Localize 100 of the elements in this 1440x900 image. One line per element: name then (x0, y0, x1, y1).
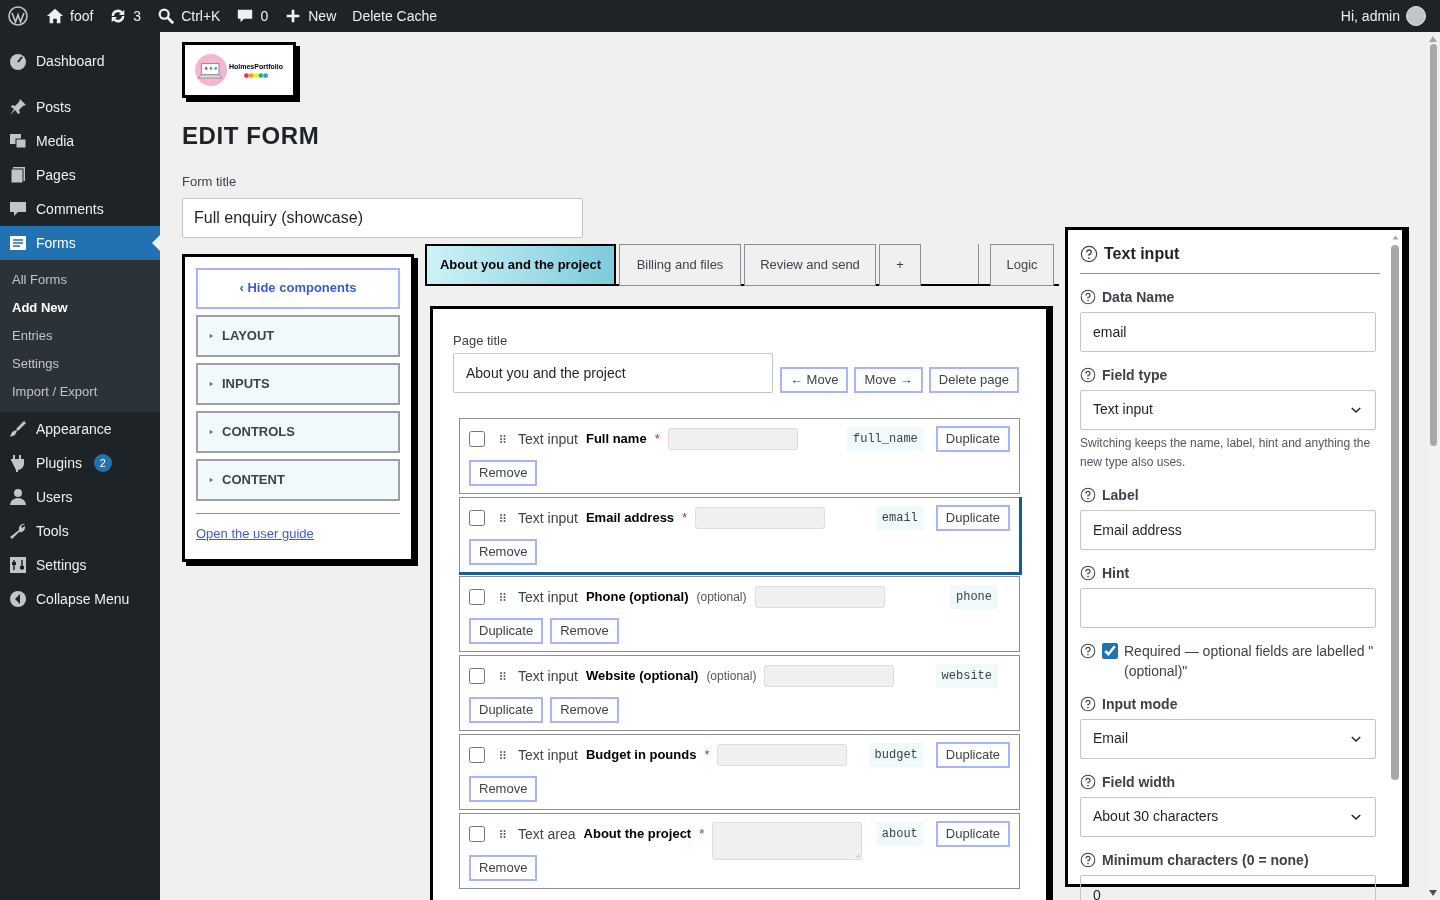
setting-field[interactable]: Email address (1080, 509, 1376, 550)
admin-bar-link[interactable]: foof (70, 5, 94, 27)
field-button[interactable]: Remove (469, 460, 538, 486)
setting-field[interactable] (1080, 587, 1376, 628)
setting-label: Label (1102, 485, 1139, 505)
logic-tab[interactable]: Logic (990, 243, 1054, 286)
field-checkbox[interactable] (469, 589, 485, 605)
caret-icon (208, 332, 214, 339)
field-card[interactable]: Text input Phone (optional) (optional) phone Duplicate Remove (459, 576, 1020, 652)
avatar[interactable] (1406, 6, 1426, 26)
field-button[interactable]: Remove (550, 697, 619, 723)
pointer-icon (152, 235, 160, 251)
field-button[interactable]: Duplicate (935, 821, 1010, 847)
drag-handle-icon (498, 750, 508, 760)
home-icon (46, 7, 64, 25)
sidebar-item[interactable]: Forms (0, 226, 160, 260)
field-label: Budget in pounds (585, 746, 697, 765)
field-card[interactable]: Text input Full name * full_name Duplicate Remove (459, 418, 1020, 494)
field-button[interactable]: Duplicate (935, 505, 1010, 531)
field-checkbox[interactable] (469, 747, 485, 763)
field-card[interactable]: Text input Website (optional) (optional) website Duplicate Remove (459, 655, 1020, 731)
accordion-section[interactable]: CONTENT (196, 458, 400, 501)
sidebar-item[interactable]: Dashboard (0, 44, 160, 78)
page-tab[interactable]: + (879, 243, 921, 286)
greeting-link[interactable]: Hi, admin (1340, 5, 1400, 27)
required-mark: * (682, 509, 688, 528)
sidebar-item[interactable]: Plugins 2 (0, 446, 160, 480)
select-field[interactable]: Email (1080, 718, 1376, 759)
field-checkbox[interactable] (469, 668, 485, 684)
submenu-item[interactable]: Entries (0, 322, 160, 350)
collapse-menu-button[interactable]: Collapse Menu (0, 582, 160, 616)
form-title-field[interactable]: Full enquiry (showcase) (182, 197, 583, 238)
field-button[interactable]: Remove (469, 539, 538, 565)
help-icon (1080, 852, 1096, 868)
field-type: Text input (518, 666, 578, 686)
submenu-item[interactable]: Add New (0, 294, 160, 322)
field-label: About the project (583, 825, 692, 844)
drag-handle-icon (498, 671, 508, 681)
sidebar-item[interactable]: Pages (0, 158, 160, 192)
help-icon (1080, 696, 1096, 712)
field-button[interactable]: Remove (550, 618, 619, 644)
field-button[interactable]: Duplicate (935, 426, 1010, 452)
sidebar-item[interactable]: Posts (0, 90, 160, 124)
sidebar-item[interactable]: Users (0, 480, 160, 514)
select-field[interactable]: About 30 characters (1080, 796, 1376, 837)
page-tab[interactable]: About you and the project (425, 243, 616, 286)
accordion-section[interactable]: INPUTS (196, 362, 400, 405)
checkbox-label: Required — optional fields are labelled "(optional)" (1124, 641, 1375, 681)
search-icon (157, 7, 176, 25)
field-label: Website (optional) (585, 667, 699, 686)
scrollbar-thumb[interactable] (1429, 44, 1437, 446)
data-name-badge: budget (868, 743, 924, 767)
panel-title: Text input (1104, 243, 1180, 264)
sidebar-item[interactable]: Settings (0, 548, 160, 582)
sidebar-item[interactable]: Appearance (0, 412, 160, 446)
field-label: Email address (585, 509, 675, 528)
submenu-item[interactable]: Import / Export (0, 378, 160, 406)
field-button[interactable]: Duplicate (469, 697, 544, 723)
drag-handle-icon (498, 513, 508, 523)
admin-bar-link[interactable]: Ctrl+K (181, 5, 221, 27)
admin-bar-link[interactable]: New (308, 5, 337, 27)
required-checkbox[interactable] (1102, 642, 1118, 659)
submenu-item[interactable]: All Forms (0, 266, 160, 294)
scroll-down-icon[interactable] (1429, 890, 1437, 896)
field-card[interactable]: Text area About the project * about Duplicate Remove (459, 813, 1020, 889)
sidebar-item[interactable]: Tools (0, 514, 160, 548)
help-icon (1080, 289, 1096, 305)
accordion-section[interactable]: LAYOUT (196, 314, 400, 357)
page-tab[interactable]: Billing and files (619, 243, 741, 286)
data-name-badge: phone (950, 585, 998, 609)
sidebar-item[interactable]: Comments (0, 192, 160, 226)
field-checkbox[interactable] (469, 826, 485, 842)
setting-label: Input mode (1102, 694, 1178, 714)
admin-bar-link[interactable]: Delete Cache (352, 5, 438, 27)
page-tab[interactable]: Review and send (744, 243, 876, 286)
field-button[interactable]: Remove (469, 776, 538, 802)
field-checkbox[interactable] (469, 510, 485, 526)
select-field[interactable]: Text input (1080, 389, 1376, 430)
hide-components-button[interactable]: ‹ Hide components (196, 267, 400, 309)
field-label: Phone (optional) (585, 588, 689, 607)
admin-bar-link[interactable]: 3 (133, 5, 142, 27)
submenu-item[interactable]: Settings (0, 350, 160, 378)
sidebar-item[interactable]: Media (0, 124, 160, 158)
field-button[interactable]: Remove (469, 855, 538, 881)
help-icon (1080, 487, 1096, 503)
admin-bar-link[interactable]: 0 (260, 5, 269, 27)
accordion-section[interactable]: CONTROLS (196, 410, 400, 453)
field-button[interactable]: Duplicate (469, 618, 544, 644)
user-guide-link[interactable]: Open the user guide (196, 523, 314, 543)
field-card[interactable]: Text input Email address * email Duplicate Remove (459, 497, 1020, 573)
page-title-field[interactable]: About you and the project (453, 353, 773, 393)
setting-field[interactable]: 0 (1080, 874, 1376, 900)
field-card[interactable]: Text input Budget in pounds * budget Duplicate Remove (459, 734, 1020, 810)
field-label: Form title (182, 173, 238, 191)
field-button[interactable]: Duplicate (935, 742, 1010, 768)
page-button[interactable]: Delete page (928, 367, 1019, 393)
page-button[interactable]: ← Move (780, 367, 849, 393)
setting-field[interactable]: email (1080, 311, 1376, 352)
field-checkbox[interactable] (469, 431, 485, 447)
page-button[interactable]: Move → (854, 367, 923, 393)
